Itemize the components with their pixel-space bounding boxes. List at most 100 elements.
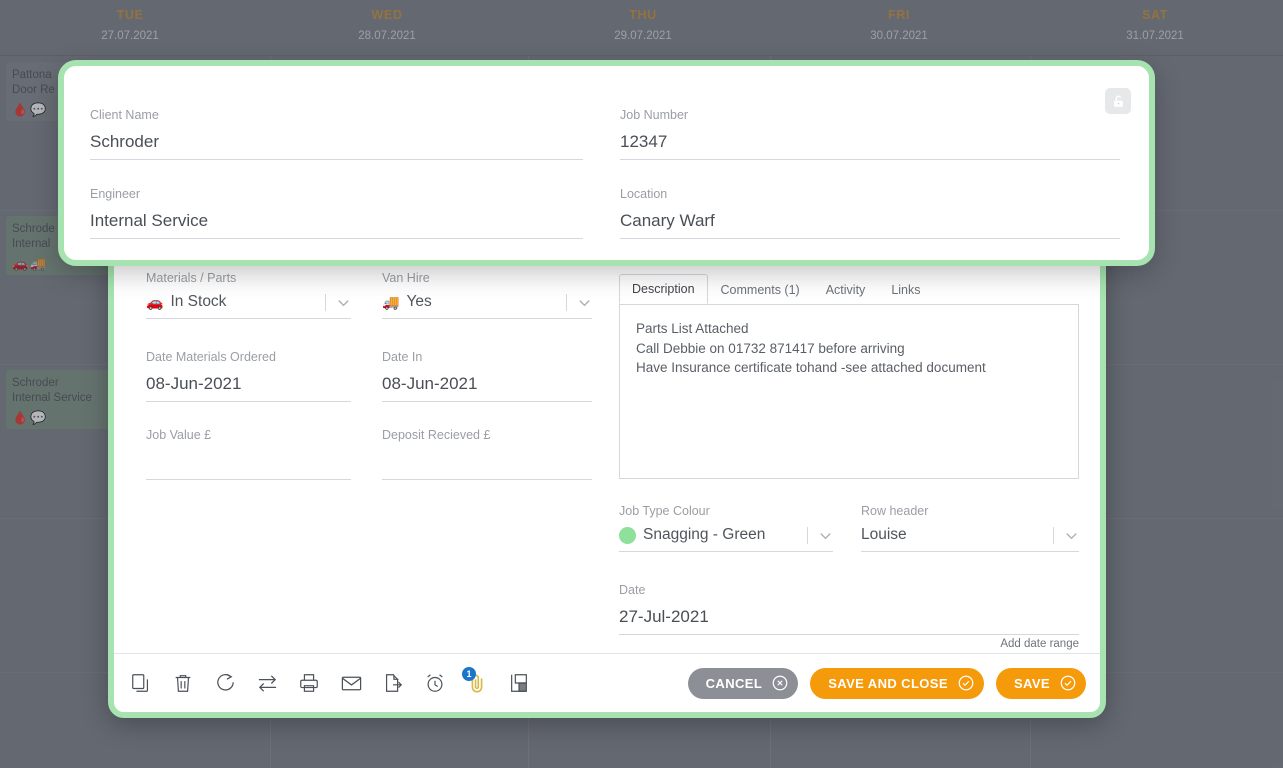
description-line: Call Debbie on 01732 871417 before arriv…: [636, 340, 905, 356]
tab-description[interactable]: Description: [619, 274, 708, 304]
field-value: Snagging - Green: [619, 523, 807, 547]
field-date-materials-ordered: Date Materials Ordered 08-Jun-2021: [146, 349, 351, 402]
copy-icon[interactable]: [128, 670, 154, 696]
field-date-in: Date In 08-Jun-2021: [382, 349, 592, 402]
save-and-close-button[interactable]: SAVE AND CLOSE: [810, 667, 984, 699]
engineer-input[interactable]: Internal Service: [90, 202, 583, 234]
client-name-input[interactable]: Schroder: [90, 123, 583, 155]
field-deposit-recieved: Deposit Recieved £: [382, 427, 592, 480]
select-separator: [325, 294, 326, 311]
tab-links[interactable]: Links: [878, 275, 933, 304]
job-type-colour-value: Snagging - Green: [643, 526, 766, 543]
print-icon[interactable]: [296, 670, 322, 696]
van-hire-value: Yes: [406, 293, 432, 310]
field-underline: [90, 159, 583, 160]
save-button[interactable]: SAVE: [995, 667, 1086, 699]
add-date-range-link[interactable]: Add date range: [619, 638, 1079, 650]
dialog-footer: 1 CANCEL SAVE AND CLOSE SAVE: [114, 653, 1100, 712]
van-hire-select[interactable]: 🚚 Yes: [382, 286, 592, 314]
field-label: Date In: [382, 350, 423, 364]
field-label: Job Value £: [146, 428, 212, 442]
row-header-select[interactable]: Louise: [861, 519, 1079, 547]
field-engineer: Engineer Internal Service: [90, 186, 583, 239]
select-separator: [1053, 527, 1054, 544]
field-underline: [382, 401, 592, 402]
field-job-value: Job Value £: [146, 427, 351, 480]
app-root: TUE 27.07.2021 WED 28.07.2021 THU 29.07.…: [0, 0, 1283, 768]
description-textarea[interactable]: Parts List Attached Call Debbie on 01732…: [619, 304, 1079, 479]
field-label: Job Number: [620, 108, 689, 122]
field-materials-parts: Materials / Parts 🚗 In Stock: [146, 270, 351, 319]
field-label: Row header: [861, 504, 929, 518]
field-underline: [146, 479, 351, 480]
deposit-recieved-input[interactable]: [382, 443, 592, 475]
field-job-type-colour: Job Type Colour Snagging - Green: [619, 503, 833, 552]
field-underline: [146, 318, 351, 319]
select-separator: [566, 294, 567, 311]
check-circle-icon: [958, 675, 974, 691]
field-underline: [620, 159, 1120, 160]
description-line: Have Insurance certificate tohand -see a…: [636, 360, 986, 375]
job-type-colour-select[interactable]: Snagging - Green: [619, 519, 833, 547]
colour-picker-icon[interactable]: [506, 670, 532, 696]
email-icon[interactable]: [338, 670, 364, 696]
cancel-button[interactable]: CANCEL: [687, 667, 799, 699]
chevron-down-icon[interactable]: [577, 295, 592, 310]
materials-parts-select[interactable]: 🚗 In Stock: [146, 286, 351, 314]
field-label: Materials / Parts: [146, 271, 237, 285]
save-and-close-button-label: SAVE AND CLOSE: [828, 675, 948, 691]
car-icon: 🚗: [146, 294, 164, 310]
save-button-label: SAVE: [1013, 675, 1050, 691]
field-underline: [861, 551, 1079, 552]
field-underline: [382, 318, 592, 319]
field-job-number: Job Number 12347: [620, 107, 1120, 160]
field-label: Client Name: [90, 108, 159, 122]
close-icon: [772, 675, 788, 691]
field-label: Deposit Recieved £: [382, 428, 491, 442]
chevron-down-icon[interactable]: [336, 295, 351, 310]
location-input[interactable]: Canary Warf: [620, 202, 1120, 234]
footer-actions: CANCEL SAVE AND CLOSE SAVE: [687, 667, 1100, 699]
attachment-icon[interactable]: 1: [462, 667, 490, 696]
tab-comments[interactable]: Comments (1): [708, 275, 813, 304]
description-line: Parts List Attached: [636, 321, 749, 336]
dialog-header-card: Client Name Schroder Job Number 12347 En…: [58, 60, 1155, 266]
field-label: Engineer: [90, 187, 141, 201]
job-number-input[interactable]: 12347: [620, 123, 1120, 155]
field-underline: [620, 238, 1120, 239]
chevron-down-icon[interactable]: [818, 528, 833, 543]
field-underline: [619, 634, 1079, 635]
job-value-input[interactable]: [146, 443, 351, 475]
select-separator: [807, 527, 808, 544]
field-label: Van Hire: [382, 271, 430, 285]
field-underline: [382, 479, 592, 480]
chevron-down-icon[interactable]: [1064, 528, 1079, 543]
field-value: 🚚 Yes: [382, 290, 566, 314]
field-label: Job Type Colour: [619, 504, 710, 518]
date-in-input[interactable]: 08-Jun-2021: [382, 365, 592, 397]
row-header-value: Louise: [861, 526, 907, 543]
field-date: Date 27-Jul-2021: [619, 582, 1079, 635]
field-row-header: Row header Louise: [861, 503, 1079, 552]
repeat-icon[interactable]: [212, 670, 238, 696]
delete-icon[interactable]: [170, 670, 196, 696]
colour-swatch-icon: [619, 526, 636, 544]
field-value: 🚗 In Stock: [146, 290, 325, 314]
footer-toolbar: 1: [114, 667, 532, 696]
field-location: Location Canary Warf: [620, 186, 1120, 239]
field-underline: [90, 238, 583, 239]
cancel-button-label: CANCEL: [705, 675, 763, 691]
reminder-icon[interactable]: [422, 670, 448, 696]
field-label: Date: [619, 583, 646, 597]
date-materials-ordered-input[interactable]: 08-Jun-2021: [146, 365, 351, 397]
field-client-name: Client Name Schroder: [90, 107, 583, 160]
field-underline: [619, 551, 833, 552]
date-input[interactable]: 27-Jul-2021: [619, 598, 1079, 630]
swap-icon[interactable]: [254, 670, 280, 696]
export-icon[interactable]: [380, 670, 406, 696]
attachment-badge: 1: [462, 667, 476, 681]
detail-tabs: Description Comments (1) Activity Links: [619, 274, 1079, 304]
check-circle-icon: [1060, 675, 1076, 691]
tab-activity[interactable]: Activity: [813, 275, 879, 304]
truck-icon: 🚚: [382, 294, 400, 310]
